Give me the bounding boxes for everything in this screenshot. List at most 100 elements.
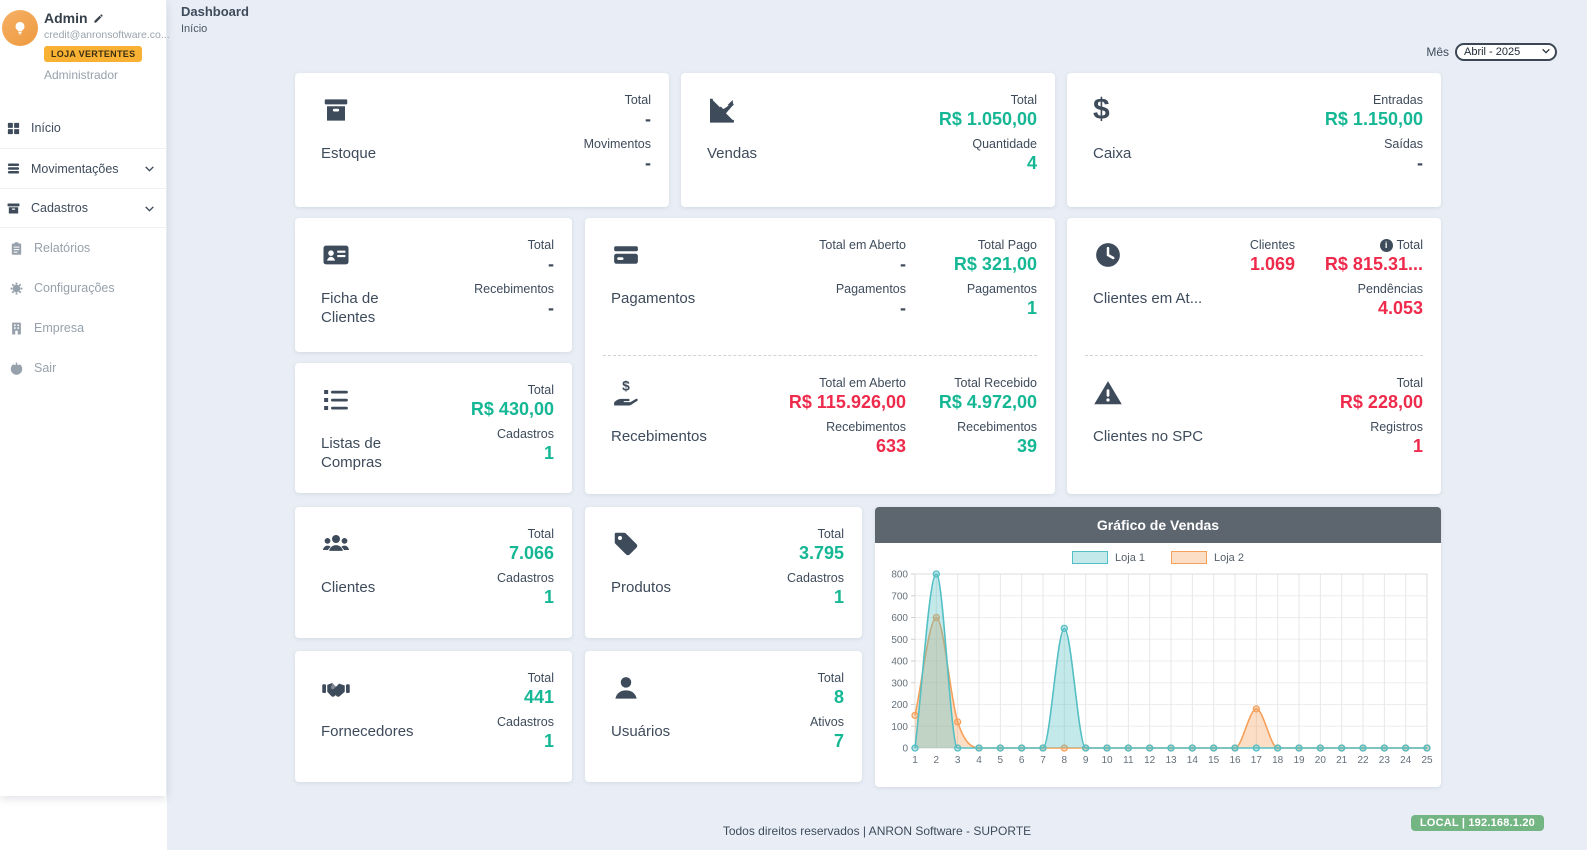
main-content: Dashboard Início Mês Abril - 2025 Estoqu… [167, 0, 1587, 850]
card-caixa[interactable]: $ Caixa Entradas R$ 1.150,00 Saídas - [1067, 73, 1441, 207]
sidebar-item-label: Sair [34, 361, 156, 375]
sidebar-item-cadastros[interactable]: Cadastros [0, 188, 166, 228]
card-title: Fornecedores [321, 723, 458, 742]
legend-item[interactable]: Loja 1 [1072, 551, 1145, 564]
stat-value: 633 [826, 436, 906, 457]
chevron-down-icon[interactable] [143, 202, 156, 215]
card-usuarios[interactable]: Usuários Total 8 Ativos 7 [585, 651, 862, 782]
stat-value: R$ 1.150,00 [1325, 109, 1423, 130]
svg-text:$: $ [622, 379, 630, 394]
svg-text:14: 14 [1187, 755, 1199, 766]
month-select[interactable]: Abril - 2025 [1455, 43, 1557, 61]
user-email: credit@anronsoftware.co... [44, 29, 158, 41]
card-estoque[interactable]: Estoque Total - Movimentos - [295, 73, 669, 207]
card-listas-compras[interactable]: Listas de Compras Total R$ 430,00 Cadast… [295, 363, 572, 493]
svg-text:25: 25 [1421, 755, 1433, 766]
stat-label: Entradas [1325, 93, 1423, 107]
stat-value: - [625, 109, 651, 130]
svg-text:500: 500 [891, 635, 908, 646]
list-icon [321, 383, 458, 417]
sidebar-item-relatorios[interactable]: Relatórios [0, 228, 166, 268]
chevron-down-icon[interactable] [143, 162, 156, 175]
svg-text:3: 3 [955, 755, 961, 766]
legend-label: Loja 1 [1115, 552, 1145, 564]
sidebar-item-label: Cadastros [31, 201, 133, 215]
stat-value: 4.053 [1358, 298, 1423, 319]
stat-label: Total [471, 383, 554, 397]
svg-text:4: 4 [976, 755, 982, 766]
stat-value: 7 [810, 731, 844, 752]
stat-label: Cadastros [497, 715, 554, 729]
stat-value: R$ 815.31... [1325, 254, 1423, 275]
stat-value: - [584, 153, 651, 174]
stat-label: Pendências [1358, 282, 1423, 296]
svg-text:0: 0 [902, 744, 908, 755]
sidebar-item-sair[interactable]: Sair [0, 348, 166, 388]
card-clientes[interactable]: Clientes Total 7.066 Cadastros 1 [295, 507, 572, 638]
profile-block: Admin credit@anronsoftware.co... LOJA VE… [0, 0, 166, 94]
card-title: Pagamentos [611, 290, 781, 309]
stat-label: Recebimentos [957, 420, 1037, 434]
tag-icon [611, 527, 748, 561]
id-card-icon [321, 238, 458, 272]
svg-text:23: 23 [1379, 755, 1391, 766]
legend-item[interactable]: Loja 2 [1171, 551, 1244, 564]
legend-swatch [1072, 551, 1108, 564]
handshake-icon [321, 671, 458, 705]
svg-text:2: 2 [934, 755, 940, 766]
legend-swatch [1171, 551, 1207, 564]
sidebar-item-movimentacoes[interactable]: Movimentações [0, 148, 166, 188]
card-title: Caixa [1093, 145, 1325, 164]
stat-value: 7.066 [509, 543, 554, 564]
card-clientes-atraso-spc[interactable]: Clientes em At... Clientes 1.069 i Total [1067, 218, 1441, 494]
stat-label: Total [1340, 376, 1423, 390]
stat-value: - [528, 254, 554, 275]
stat-label: Total em Aberto [819, 238, 906, 252]
sidebar-nav: Início Movimentações Cadastros Rel [0, 108, 166, 388]
card-vendas[interactable]: Vendas Total R$ 1.050,00 Quantidade 4 [681, 73, 1055, 207]
svg-text:200: 200 [891, 700, 908, 711]
svg-text:10: 10 [1101, 755, 1113, 766]
card-title: Ficha de Clientes [321, 290, 421, 328]
page-title: Dashboard [181, 4, 249, 19]
card-fornecedores[interactable]: Fornecedores Total 441 Cadastros 1 [295, 651, 572, 782]
stat-value: 1 [787, 587, 844, 608]
sidebar-item-inicio[interactable]: Início [0, 108, 166, 148]
card-title: Usuários [611, 723, 748, 742]
card-title: Clientes [321, 579, 458, 598]
info-icon[interactable]: i [1380, 239, 1393, 252]
card-produtos[interactable]: Produtos Total 3.795 Cadastros 1 [585, 507, 862, 638]
sidebar-item-label: Relatórios [34, 241, 156, 255]
stat-label: Cadastros [787, 571, 844, 585]
stat-label: Total [799, 527, 844, 541]
stat-value: 1 [1370, 436, 1423, 457]
svg-text:400: 400 [891, 657, 908, 668]
stat-value: R$ 228,00 [1340, 392, 1423, 413]
building-icon [9, 321, 24, 336]
credit-card-icon [611, 238, 781, 272]
stack-icon [6, 161, 21, 176]
svg-text:11: 11 [1123, 755, 1134, 766]
card-pagamentos-recebimentos[interactable]: Pagamentos Total em Aberto - Pagamentos … [585, 218, 1055, 494]
chart-legend[interactable]: Loja 1 Loja 2 [875, 543, 1441, 564]
stat-value: 8 [818, 687, 844, 708]
chart-title: Gráfico de Vendas [875, 507, 1441, 543]
month-label: Mês [1426, 45, 1449, 59]
stat-label: Clientes [1250, 238, 1295, 252]
stat-label: Total [939, 93, 1037, 107]
sidebar-item-empresa[interactable]: Empresa [0, 308, 166, 348]
svg-text:7: 7 [1040, 755, 1046, 766]
avatar[interactable] [2, 10, 38, 46]
svg-text:16: 16 [1229, 755, 1241, 766]
stat-label: Total [524, 671, 554, 685]
stat-value: R$ 4.972,00 [939, 392, 1037, 413]
breadcrumb-item[interactable]: Início [181, 23, 249, 35]
user-name: Admin [44, 10, 88, 26]
clipboard-icon [9, 241, 24, 256]
svg-text:8: 8 [1062, 755, 1068, 766]
card-title: Produtos [611, 579, 748, 598]
cards-grid: Estoque Total - Movimentos - [295, 73, 1441, 789]
sidebar-item-configuracoes[interactable]: Configurações [0, 268, 166, 308]
edit-profile-icon[interactable] [93, 13, 104, 24]
card-ficha-clientes[interactable]: Ficha de Clientes Total - Recebimentos - [295, 218, 572, 352]
